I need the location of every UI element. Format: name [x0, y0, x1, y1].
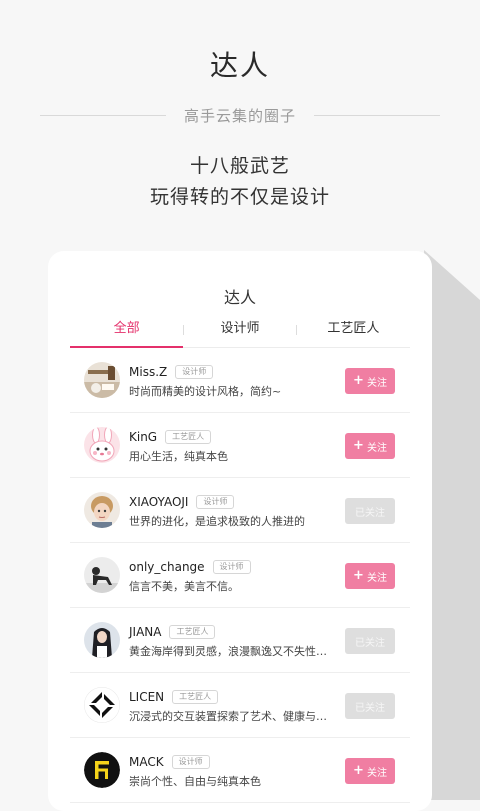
follow-label: 关注: [366, 442, 387, 454]
list-item[interactable]: Miss.Z 设计师 时尚而精美的设计风格，简约~ + 关注: [70, 348, 410, 413]
role-tag: 设计师: [212, 560, 251, 574]
role-tag: 工艺匠人: [165, 430, 212, 444]
user-description: 崇尚个性、自由与纯真本色: [129, 775, 261, 788]
user-name[interactable]: MACK: [129, 755, 164, 769]
follow-label: 关注: [366, 377, 387, 389]
follow-button[interactable]: + 关注: [345, 563, 395, 589]
page-title: 达人: [209, 49, 270, 82]
role-tag: 工艺匠人: [169, 625, 216, 639]
role-tag: 设计师: [175, 365, 214, 379]
follow-label: 已关注: [355, 702, 385, 714]
user-description: 时尚而精美的设计风格，简约~: [129, 385, 282, 398]
user-name[interactable]: only_change: [129, 560, 205, 574]
follow-button[interactable]: + 关注: [345, 758, 395, 784]
list-item[interactable]: JIANA 工艺匠人 黄金海岸得到灵感，浪漫飘逸又不失性感... 已关注: [70, 608, 410, 673]
follow-label: 关注: [366, 767, 387, 779]
card-title: 达人: [223, 288, 256, 307]
role-tag: 工艺匠人: [172, 690, 219, 704]
divider-left: [40, 114, 166, 116]
talent-card: 达人 全部 设计师 工艺匠人 Miss.Z 设计师 时尚而精美的设计风格，简约~…: [48, 251, 432, 811]
user-name[interactable]: LICEN: [129, 690, 164, 704]
list-item[interactable]: KinG 工艺匠人 用心生活，纯真本色 + 关注: [70, 413, 410, 478]
subtitle-row: 高手云集的圈子: [40, 104, 441, 126]
list-item[interactable]: XIAOYAOJI 设计师 世界的进化，是追求极致的人推进的 已关注: [70, 478, 410, 543]
tab-craftsman[interactable]: 工艺匠人: [297, 311, 410, 347]
plus-icon: +: [353, 568, 364, 583]
talent-list: Miss.Z 设计师 时尚而精美的设计风格，简约~ + 关注 KinG 工艺匠人…: [70, 348, 410, 803]
follow-label: 已关注: [355, 507, 385, 519]
follow-button[interactable]: + 关注: [345, 368, 395, 394]
plus-icon: +: [353, 373, 364, 388]
list-item[interactable]: LICEN 工艺匠人 沉浸式的交互装置探索了艺术、健康与人... 已关注: [70, 673, 410, 738]
user-description: 沉浸式的交互装置探索了艺术、健康与人...: [129, 710, 334, 723]
followed-button[interactable]: 已关注: [345, 693, 395, 719]
child-portrait-avatar[interactable]: [84, 492, 120, 528]
divider-right: [314, 114, 441, 116]
category-tabs: 全部 设计师 工艺匠人: [70, 311, 410, 348]
user-name[interactable]: KinG: [129, 430, 157, 444]
yellow-f-logo-avatar[interactable]: [84, 752, 120, 788]
role-tag: 设计师: [171, 755, 210, 769]
user-description: 用心生活，纯真本色: [129, 450, 228, 463]
user-description: 黄金海岸得到灵感，浪漫飘逸又不失性感...: [129, 645, 334, 658]
pink-rabbit-avatar[interactable]: [84, 427, 120, 463]
tab-all[interactable]: 全部: [70, 311, 184, 348]
long-hair-woman-avatar[interactable]: [84, 622, 120, 658]
tab-separator: [183, 325, 184, 335]
geometric-logo-avatar[interactable]: [84, 687, 120, 723]
silhouette-avatar[interactable]: [84, 557, 120, 593]
follow-label: 已关注: [355, 637, 385, 649]
user-name[interactable]: JIANA: [129, 625, 161, 639]
plus-icon: +: [353, 763, 364, 778]
user-description: 信言不美，美言不信。: [129, 580, 239, 593]
role-tag: 设计师: [196, 495, 235, 509]
follow-label: 关注: [366, 572, 387, 584]
tab-designer[interactable]: 设计师: [183, 311, 296, 347]
page-subtitle: 高手云集的圈子: [184, 106, 297, 125]
followed-button[interactable]: 已关注: [345, 628, 395, 654]
list-item[interactable]: MACK 设计师 崇尚个性、自由与纯真本色 + 关注: [70, 738, 410, 803]
follow-button[interactable]: + 关注: [345, 433, 395, 459]
list-item[interactable]: only_change 设计师 信言不美，美言不信。 + 关注: [70, 543, 410, 608]
slogan-line-2: 玩得转的不仅是设计: [149, 186, 330, 208]
user-name[interactable]: Miss.Z: [129, 365, 167, 379]
followed-button[interactable]: 已关注: [345, 498, 395, 524]
user-name[interactable]: XIAOYAOJI: [129, 495, 188, 509]
plus-icon: +: [353, 438, 364, 453]
slogan-line-1: 十八般武艺: [189, 155, 290, 177]
user-description: 世界的进化，是追求极致的人推进的: [129, 515, 305, 528]
bedroom-photo-avatar[interactable]: [84, 362, 120, 398]
tab-separator: [296, 325, 297, 335]
